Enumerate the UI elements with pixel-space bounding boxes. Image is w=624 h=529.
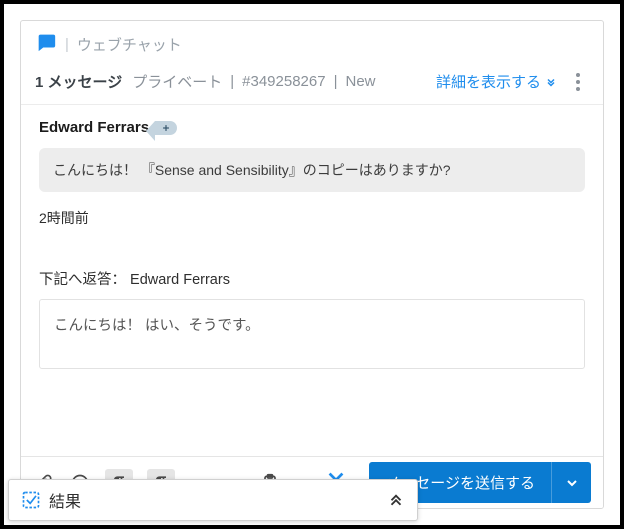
collapse-button[interactable]: [387, 489, 405, 512]
incoming-message-bubble: こんにちは！ 『Sense and Sensibility』のコピーはありますか…: [39, 148, 585, 192]
reply-draft-text: こんにちは！ はい、そうです。: [54, 318, 260, 334]
message-count: 1 メッセージ: [35, 71, 122, 92]
conversation-body: Edward Ferrars こんにちは！ 『Sense and Sensibi…: [21, 105, 603, 508]
message-timestamp: 2時間前: [39, 208, 585, 228]
results-panel[interactable]: 結果: [8, 479, 418, 521]
status-label: New: [345, 73, 375, 90]
channel-header: | ウェブチャット: [21, 21, 603, 65]
separator: |: [334, 73, 338, 90]
chevron-down-icon: [564, 475, 580, 491]
chevron-up-double-icon: [387, 489, 405, 507]
chevron-down-double-icon: [545, 76, 557, 88]
privacy-label: プライベート: [132, 71, 222, 92]
message-text: こんにちは！ 『Sense and Sensibility』のコピーはありますか…: [53, 162, 451, 178]
send-dropdown-button[interactable]: [551, 462, 591, 503]
separator: |: [65, 36, 69, 53]
chat-icon: [35, 31, 57, 57]
sender-name: Edward Ferrars: [39, 119, 149, 136]
ticket-id: #349258267: [242, 73, 325, 90]
separator: |: [230, 73, 234, 90]
results-label: 結果: [49, 488, 387, 512]
add-tag-button[interactable]: [155, 121, 177, 135]
show-details-label: 詳細を表示する: [436, 71, 541, 92]
reply-to-label: 下記へ返答： Edward Ferrars: [39, 268, 585, 289]
sender-row: Edward Ferrars: [39, 119, 585, 136]
show-details-link[interactable]: 詳細を表示する: [436, 71, 557, 92]
conversation-panel: | ウェブチャット 1 メッセージ プライベート | #349258267 | …: [20, 20, 604, 509]
plus-icon: [161, 123, 171, 133]
reply-input[interactable]: こんにちは！ はい、そうです。: [39, 299, 585, 369]
meta-header: 1 メッセージ プライベート | #349258267 | New 詳細を表示す…: [21, 65, 603, 105]
more-menu-button[interactable]: [567, 73, 589, 91]
checklist-icon: [21, 490, 41, 510]
channel-label: ウェブチャット: [77, 34, 182, 55]
